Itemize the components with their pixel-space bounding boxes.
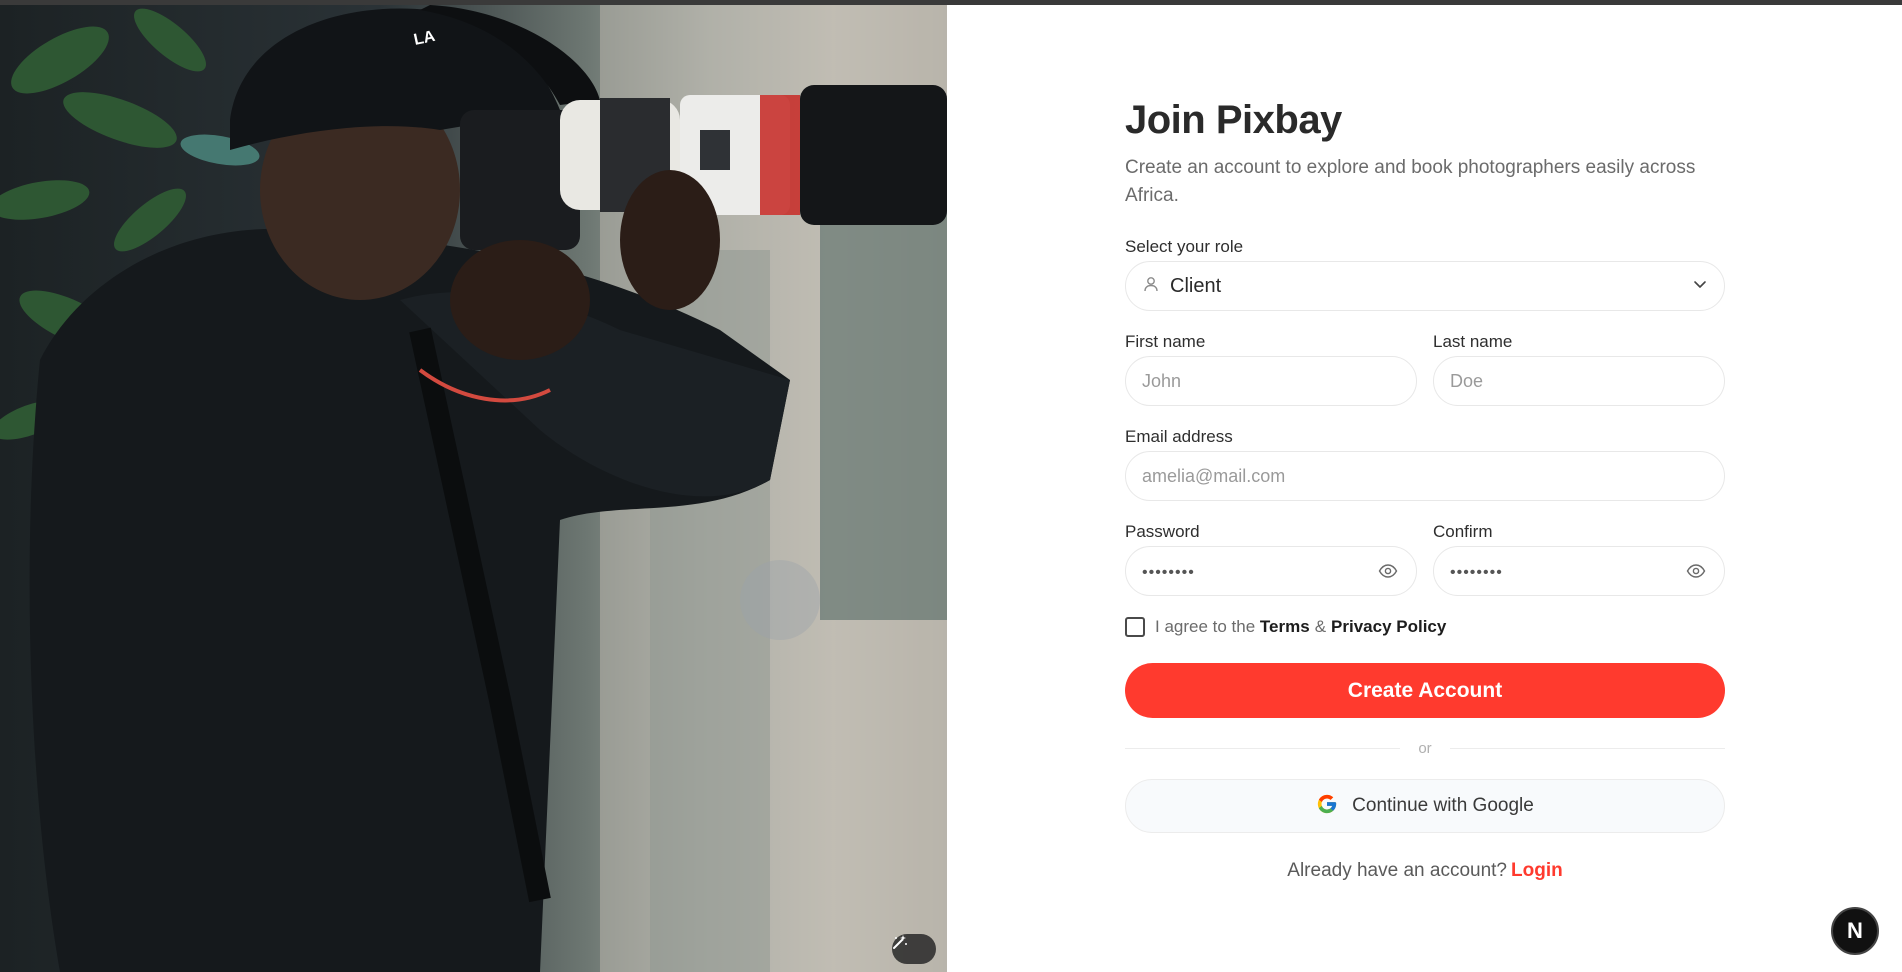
privacy-policy-link[interactable]: Privacy Policy xyxy=(1331,617,1446,637)
agree-prefix: I agree to the xyxy=(1155,617,1256,636)
photographer-illustration: LA xyxy=(0,0,947,972)
google-button-label: Continue with Google xyxy=(1352,795,1534,816)
terms-link[interactable]: Terms xyxy=(1260,617,1310,637)
page-subtitle: Create an account to explore and book ph… xyxy=(1125,157,1696,206)
confirm-field xyxy=(1433,546,1725,596)
password-input[interactable] xyxy=(1142,560,1378,582)
hero-photo: LA xyxy=(0,0,947,972)
last-name-label: Last name xyxy=(1433,332,1513,351)
user-icon xyxy=(1142,275,1160,298)
divider-text: or xyxy=(1418,739,1432,757)
password-label: Password xyxy=(1125,522,1200,541)
divider-line xyxy=(1449,747,1725,749)
email-label: Email address xyxy=(1125,427,1233,446)
confirm-label: Confirm xyxy=(1433,522,1493,541)
google-icon xyxy=(1316,793,1338,820)
badge-letter: N xyxy=(1847,918,1863,943)
first-name-input[interactable] xyxy=(1142,370,1400,392)
first-name-field xyxy=(1125,356,1417,406)
or-divider: or xyxy=(1125,738,1725,758)
agree-amp: & xyxy=(1314,617,1327,636)
password-field xyxy=(1125,546,1417,596)
google-signin-button[interactable]: Continue with Google xyxy=(1125,779,1725,833)
confirm-input[interactable] xyxy=(1450,560,1686,582)
last-name-field xyxy=(1433,356,1725,406)
eye-icon[interactable] xyxy=(1686,560,1708,582)
login-prompt: Already have an account? Login xyxy=(1125,860,1725,882)
chevron-down-icon xyxy=(1692,276,1708,297)
create-account-button[interactable]: Create Account xyxy=(1125,663,1725,718)
last-name-input[interactable] xyxy=(1450,370,1708,392)
email-field xyxy=(1125,451,1725,501)
magic-edit-button[interactable] xyxy=(892,934,936,964)
role-value: Client xyxy=(1170,274,1222,297)
eye-icon[interactable] xyxy=(1378,560,1400,582)
login-link[interactable]: Login xyxy=(1511,860,1563,881)
page-title: Join Pixbay xyxy=(1125,98,1342,142)
browser-top-edge xyxy=(0,0,1902,5)
terms-agreement: I agree to the Terms & Privacy Policy xyxy=(1125,617,1446,637)
role-label: Select your role xyxy=(1125,237,1244,256)
role-select[interactable]: Client xyxy=(1125,261,1725,311)
first-name-label: First name xyxy=(1125,332,1206,351)
login-prompt-text: Already have an account? xyxy=(1287,860,1507,881)
nextjs-dev-badge[interactable]: N xyxy=(1831,907,1879,955)
terms-checkbox[interactable] xyxy=(1125,617,1145,637)
divider-line xyxy=(1125,747,1401,749)
email-input[interactable] xyxy=(1142,465,1708,487)
